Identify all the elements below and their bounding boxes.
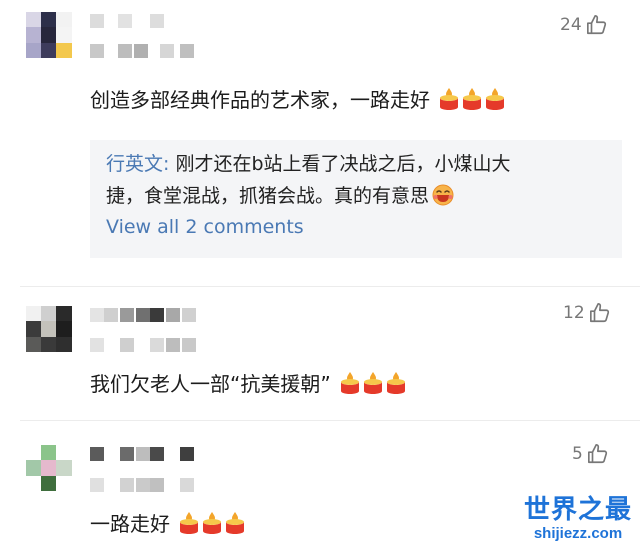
view-all-comments-link[interactable]: View all 2 comments (106, 216, 304, 238)
reply-text: 行英文: 刚才还在b站上看了决战之后，小煤山大 捷，食堂混战，抓猪会战。真的有意… (106, 153, 511, 207)
thumbs-up-icon (586, 15, 606, 35)
watermark-logo: 世界之最 shijiezz.com (524, 495, 632, 543)
comment-text: 创造多部经典作品的艺术家，一路走好 (90, 86, 505, 114)
candle-emoji-icon (440, 88, 459, 110)
divider (20, 420, 640, 421)
candle-emoji-icon (463, 88, 482, 110)
comment-text: 一路走好 (90, 510, 245, 538)
laughing-face-emoji-icon (432, 184, 454, 206)
candle-emoji-icon (364, 372, 383, 394)
avatar-blurred[interactable] (26, 445, 72, 491)
candle-emoji-icon (486, 88, 505, 110)
candle-emoji-icon (341, 372, 360, 394)
like-count: 24 (560, 15, 582, 35)
candle-emoji-group (430, 88, 505, 112)
like-button[interactable]: 5 (572, 443, 609, 465)
like-button[interactable]: 24 (560, 14, 608, 36)
like-count: 5 (572, 444, 583, 464)
candle-emoji-icon (226, 512, 245, 534)
candle-emoji-icon (387, 372, 406, 394)
avatar-blurred[interactable] (26, 12, 72, 58)
watermark-title: 世界之最 (523, 495, 632, 525)
candle-emoji-icon (203, 512, 222, 534)
thumbs-up-icon (589, 303, 609, 323)
thumbs-up-icon (587, 444, 607, 464)
like-count: 12 (563, 303, 585, 323)
reply-preview[interactable]: 行英文: 刚才还在b站上看了决战之后，小煤山大 捷，食堂混战，抓猪会战。真的有意… (90, 140, 622, 258)
like-button[interactable]: 12 (563, 302, 611, 324)
candle-emoji-icon (180, 512, 199, 534)
watermark-url: shijiezz.com (533, 525, 623, 542)
candle-emoji-group (331, 372, 406, 396)
divider (20, 286, 640, 287)
comment-text: 我们欠老人一部“抗美援朝” (90, 370, 406, 398)
candle-emoji-group (170, 512, 245, 536)
reply-author[interactable]: 行英文: (106, 153, 169, 175)
avatar-blurred[interactable] (26, 306, 72, 352)
